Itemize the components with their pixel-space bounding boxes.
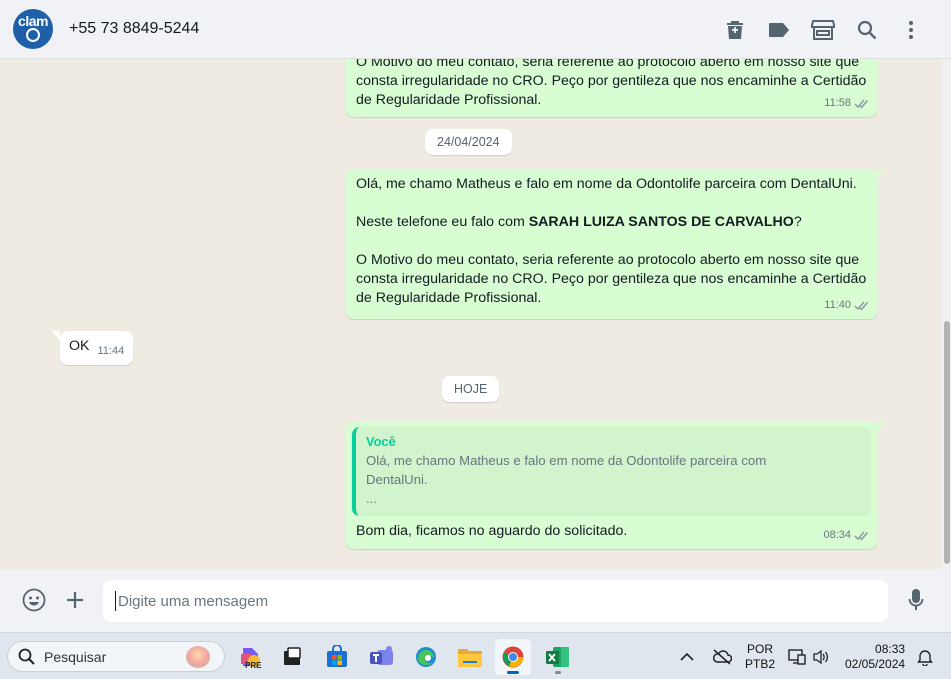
network-icon[interactable] <box>788 633 806 679</box>
text-caret <box>115 591 116 611</box>
search-highlight-icon <box>186 646 210 668</box>
clock[interactable]: 08:33 02/05/2024 <box>845 633 905 679</box>
trash-icon[interactable] <box>713 10 757 50</box>
scrollbar-thumb[interactable] <box>944 321 950 564</box>
excel-icon[interactable] <box>540 639 576 675</box>
message-line: consta irregularidade no CRO. Peço por g… <box>356 271 867 287</box>
label-icon[interactable] <box>757 10 801 50</box>
chrome-icon[interactable] <box>495 639 531 675</box>
message-meta: 11:40 <box>824 296 870 315</box>
search-icon <box>18 648 35 665</box>
clock-time: 08:33 <box>875 641 906 656</box>
outgoing-message[interactable]: Olá, me chamo Matheus e falo em nome da … <box>346 169 885 319</box>
keyboard-layout: PTB2 <box>745 656 776 671</box>
message-line: de Regularidade Profissional. <box>356 290 542 306</box>
message-line: Neste telefone eu falo com SARAH LUIZA S… <box>356 213 868 232</box>
message-line: Olá, me chamo Matheus e falo em nome da … <box>356 176 857 192</box>
date-divider: 24/04/2024 <box>425 129 512 155</box>
quote-author: Você <box>366 434 396 449</box>
bubble-tail <box>877 422 885 432</box>
message-line: de Regularidade Profissional. <box>356 92 542 108</box>
search-icon[interactable] <box>845 10 889 50</box>
message-text: Olá, me chamo Matheus e falo em nome da … <box>356 175 868 308</box>
message-line: O Motivo do meu contato, seria referente… <box>356 59 860 70</box>
date-divider: HOJE <box>442 376 500 402</box>
message-meta: 11:58 <box>824 94 870 113</box>
avatar-logo-emblem <box>26 28 40 42</box>
message-line: Bom dia, ficamos no aguardo do solicitad… <box>356 523 628 539</box>
pre-badge: PRE <box>245 661 262 670</box>
microsoft-store-icon[interactable] <box>319 639 355 675</box>
attach-plus-icon[interactable] <box>55 580 95 620</box>
edge-icon[interactable] <box>408 639 444 675</box>
outgoing-message[interactable]: O Motivo do meu contato, seria referente… <box>346 59 877 117</box>
bubble-tail <box>52 331 60 341</box>
message-text: O Motivo do meu contato, seria referente… <box>356 59 868 110</box>
message-line: consta irregularidade no CRO. Peço por g… <box>356 73 867 89</box>
message-time: 11:44 <box>97 345 125 357</box>
quote-line: Olá, me chamo Matheus e falo em nome da … <box>366 453 767 468</box>
notification-bell-icon[interactable] <box>917 633 933 679</box>
shop-icon[interactable] <box>801 10 845 50</box>
message-line-prefix: Neste telefone eu falo com <box>356 214 529 230</box>
quote-line: DentalUni. <box>366 472 428 487</box>
message-time: 11:40 <box>824 299 851 311</box>
message-bold-name: SARAH LUIZA SANTOS DE CARVALHO <box>528 214 794 230</box>
teams-icon[interactable] <box>364 639 400 675</box>
onedrive-sync-off-icon[interactable] <box>712 633 732 679</box>
input-language-indicator[interactable]: POR PTB2 <box>745 633 775 679</box>
menu-icon[interactable] <box>889 10 933 50</box>
windows-taskbar: Pesquisar PRE POR PTB2 08:33 02/05/2024 <box>0 632 951 679</box>
task-view-icon[interactable] <box>274 639 310 675</box>
show-hidden-icons[interactable] <box>680 633 694 679</box>
chat-scrollbar[interactable] <box>942 59 951 569</box>
microphone-icon[interactable] <box>896 580 936 620</box>
outgoing-reply-message[interactable]: Você Olá, me chamo Matheus e falo em nom… <box>346 422 885 549</box>
read-check-icon <box>854 99 869 109</box>
contact-name[interactable]: +55 73 8849-5244 <box>69 20 199 38</box>
message-text: Bom dia, ficamos no aguardo do solicitad… <box>352 522 871 541</box>
quoted-message[interactable]: Você Olá, me chamo Matheus e falo em nom… <box>352 427 871 516</box>
active-app-indicator <box>507 671 519 674</box>
quote-ellipsis: ... <box>366 491 377 506</box>
avatar-logo-text: clam <box>18 13 48 29</box>
header-actions <box>713 0 933 59</box>
file-explorer-icon[interactable] <box>452 639 488 675</box>
taskbar-search-placeholder: Pesquisar <box>44 648 107 665</box>
message-input[interactable] <box>118 592 818 610</box>
clock-date: 02/05/2024 <box>845 656 906 671</box>
language-code: POR <box>747 641 774 656</box>
message-input-box[interactable] <box>103 580 888 622</box>
message-text: OK <box>69 338 90 354</box>
chat-header: clam +55 73 8849-5244 <box>0 0 951 59</box>
message-line-suffix: ? <box>793 214 802 230</box>
chevron-up-icon <box>680 652 694 661</box>
incoming-message[interactable]: OK 11:44 <box>52 331 134 365</box>
bubble-tail <box>877 169 885 179</box>
emoji-icon[interactable] <box>14 580 54 620</box>
message-meta: 08:34 <box>823 526 870 545</box>
contact-avatar[interactable]: clam <box>13 9 53 49</box>
message-line: O Motivo do meu contato, seria referente… <box>356 252 860 268</box>
open-app-indicator <box>555 671 561 674</box>
taskbar-search[interactable]: Pesquisar <box>7 641 225 672</box>
message-time: 11:58 <box>824 97 851 109</box>
message-composer <box>0 569 951 632</box>
read-check-icon <box>854 531 869 541</box>
volume-icon[interactable] <box>812 633 830 679</box>
message-time: 08:34 <box>823 529 851 541</box>
copilot-icon[interactable]: PRE <box>232 639 268 675</box>
read-check-icon <box>854 301 869 311</box>
conversation-panel: O Motivo do meu contato, seria referente… <box>0 59 942 569</box>
